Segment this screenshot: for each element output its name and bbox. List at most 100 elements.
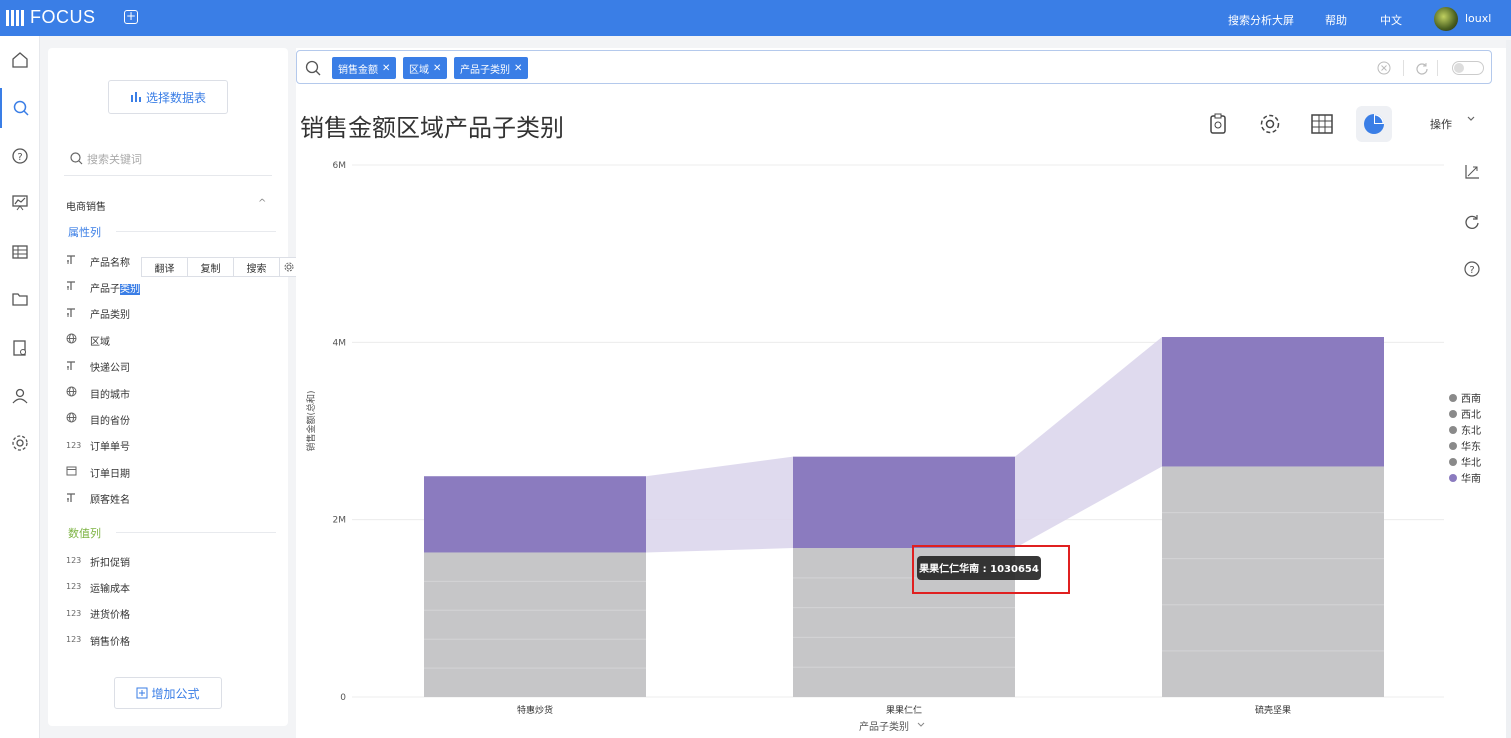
- bar-segment: [424, 552, 646, 697]
- keyword-search-input[interactable]: 搜索关键词: [64, 142, 272, 176]
- app-logo[interactable]: FOCUS: [6, 7, 96, 28]
- close-icon[interactable]: ✕: [382, 63, 390, 74]
- scrollbar[interactable]: [1506, 40, 1511, 738]
- choose-table-button[interactable]: 选择数据表: [108, 80, 228, 114]
- divider: [116, 231, 276, 232]
- keyword-search-placeholder: 搜索关键词: [87, 152, 142, 166]
- add-formula-button[interactable]: 增加公式: [114, 677, 222, 709]
- legend-item[interactable]: 西南: [1449, 390, 1481, 405]
- legend-dot: [1449, 393, 1457, 402]
- field-name: 产品子类别: [90, 280, 140, 295]
- search-icon: [305, 60, 321, 76]
- field-item[interactable]: 123 进货价格: [66, 605, 130, 623]
- logo-icon: [6, 9, 24, 26]
- choose-table-label: 选择数据表: [145, 90, 206, 105]
- search-menu-item[interactable]: 搜索: [234, 258, 280, 276]
- globe-icon: [66, 412, 86, 426]
- field-item[interactable]: 快递公司: [66, 358, 130, 376]
- value-group-label: 数值列: [68, 527, 101, 540]
- field-name-text: 产品子: [90, 283, 120, 295]
- field-item[interactable]: 目的省份: [66, 410, 130, 428]
- field-item[interactable]: 顾客姓名: [66, 490, 130, 508]
- table-view-icon[interactable]: [1304, 106, 1340, 142]
- field-item[interactable]: 订单日期: [66, 463, 130, 481]
- search-chip[interactable]: 产品子类别 ✕: [454, 57, 529, 79]
- copy-menu-item[interactable]: 复制: [188, 258, 234, 276]
- calendar-icon: [66, 465, 86, 479]
- chart-settings-icon[interactable]: [1252, 106, 1288, 142]
- field-item[interactable]: 目的城市: [66, 384, 130, 402]
- legend-label: 华北: [1461, 458, 1481, 469]
- divider: [116, 532, 276, 533]
- field-item[interactable]: 区域: [66, 331, 110, 349]
- field-item[interactable]: 123 折扣促销: [66, 552, 130, 570]
- connector-band: [1015, 337, 1162, 549]
- add-tab-icon[interactable]: +: [124, 10, 138, 24]
- search-chip[interactable]: 销售金额 ✕: [332, 57, 397, 79]
- bar-segment: [793, 456, 1015, 549]
- legend-item[interactable]: 西北: [1449, 406, 1481, 421]
- x-tick-label: 硫壳坚果: [1255, 704, 1291, 716]
- folder-icon[interactable]: [0, 279, 40, 319]
- collapse-caret-icon[interactable]: ^: [258, 198, 266, 209]
- legend-label: 西北: [1461, 410, 1481, 421]
- field-item[interactable]: 产品名称: [66, 252, 130, 270]
- chevron-down-icon: [917, 722, 925, 727]
- home-icon[interactable]: [0, 40, 40, 80]
- globe-icon: [66, 386, 86, 400]
- user-name[interactable]: louxl: [1465, 12, 1491, 25]
- chevron-down-icon[interactable]: [1466, 114, 1476, 127]
- clipboard-icon[interactable]: [1200, 106, 1236, 142]
- table-icon[interactable]: [0, 232, 40, 272]
- field-item[interactable]: 123 运输成本: [66, 578, 130, 596]
- legend-item[interactable]: 东北: [1449, 422, 1481, 437]
- doc-settings-icon[interactable]: [0, 328, 40, 368]
- plus-square-icon: [136, 687, 148, 699]
- translate-menu-item[interactable]: 翻译: [142, 258, 188, 276]
- search-chip[interactable]: 区域 ✕: [403, 57, 448, 79]
- mode-toggle[interactable]: [1452, 61, 1484, 75]
- search-icon[interactable]: [0, 88, 40, 128]
- field-name: 运输成本: [90, 583, 130, 595]
- presentation-icon[interactable]: [0, 183, 40, 223]
- close-icon[interactable]: ✕: [433, 63, 441, 74]
- tooltip-text: 果果仁仁华南 : 1030654: [918, 562, 1039, 575]
- field-item[interactable]: 123 订单单号: [66, 437, 130, 455]
- legend-item[interactable]: 华北: [1449, 454, 1481, 469]
- data-panel: 选择数据表 搜索关键词 电商销售 ^ 属性列 产品名称 产品子类别 产品类别 区域 快递…: [48, 48, 299, 726]
- close-icon[interactable]: ✕: [514, 63, 522, 74]
- dashboard-link[interactable]: 搜索分析大屏: [1228, 12, 1294, 28]
- avatar[interactable]: [1434, 7, 1458, 31]
- clear-icon[interactable]: [1377, 61, 1391, 75]
- help-circle-icon[interactable]: ?: [1460, 257, 1484, 281]
- number-type-icon: 123: [66, 635, 82, 645]
- gear-icon[interactable]: [0, 423, 40, 463]
- bar-segment: [1162, 337, 1384, 467]
- refresh-icon[interactable]: [1415, 61, 1429, 75]
- field-item[interactable]: 产品类别: [66, 305, 130, 323]
- field-item[interactable]: 123 销售价格: [66, 631, 130, 649]
- axis-icon[interactable]: [1460, 160, 1484, 184]
- connector-band: [646, 456, 793, 553]
- pie-chart-icon[interactable]: [1356, 106, 1392, 142]
- legend-item[interactable]: 华南: [1449, 470, 1481, 485]
- field-item[interactable]: 产品子类别: [66, 278, 140, 296]
- help-circle-icon[interactable]: ?: [0, 136, 40, 176]
- legend-dot: [1449, 473, 1457, 482]
- chevron-right-icon: ›: [310, 397, 314, 407]
- search-bar[interactable]: 销售金额 ✕ 区域 ✕ 产品子类别 ✕: [296, 50, 1492, 84]
- main-area: 销售金额 ✕ 区域 ✕ 产品子类别 ✕ 销售金额区域产品子类别 操作 0 2M 4M 6M 特…: [296, 48, 1511, 738]
- top-bar: FOCUS + 搜索分析大屏 帮助 中文 louxl: [0, 0, 1511, 36]
- number-type-icon: 123: [66, 440, 82, 450]
- refresh-icon[interactable]: [1460, 210, 1484, 234]
- bar-segment: [1162, 466, 1384, 697]
- text-type-icon: [66, 280, 86, 294]
- divider: [1437, 60, 1438, 76]
- language-switch[interactable]: 中文: [1380, 12, 1402, 28]
- user-icon[interactable]: [0, 376, 40, 416]
- legend-item[interactable]: 华东: [1449, 438, 1481, 453]
- chip-label: 区域: [409, 64, 429, 76]
- field-name: 产品类别: [90, 310, 130, 322]
- help-link[interactable]: 帮助: [1325, 12, 1347, 28]
- operations-menu[interactable]: 操作: [1430, 116, 1452, 132]
